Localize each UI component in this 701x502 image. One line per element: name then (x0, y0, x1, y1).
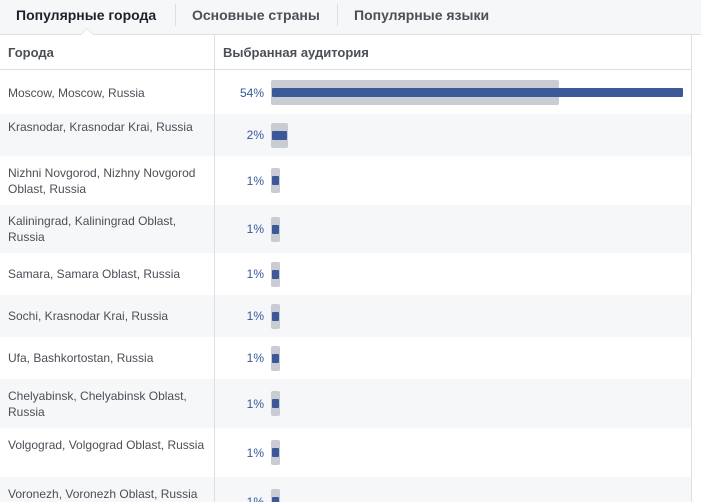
selected-audience-bar (272, 88, 683, 97)
column-header-selected-audience[interactable]: Выбранная аудитория (223, 35, 369, 70)
selected-audience-bar (272, 224, 279, 234)
table-header: Города Выбранная аудитория (0, 35, 691, 70)
audience-percent: 2% (246, 128, 264, 142)
table-row: Moscow, Moscow, Russia 54% (0, 71, 691, 114)
selected-audience-bar (272, 399, 279, 408)
table-row: Ufa, Bashkortostan, Russia 1% (0, 337, 691, 379)
table-row: Chelyabinsk, Chelyabinsk Oblast, Russia 1… (0, 379, 691, 428)
tab-divider (337, 4, 338, 26)
city-name: Ufa, Bashkortostan, Russia (8, 351, 154, 365)
table-row: Samara, Samara Oblast, Russia 1% (0, 253, 691, 295)
tab-bar: Популярные города Основные страны Популя… (0, 0, 701, 35)
city-name: Krasnodar, Krasnodar Krai, Russia (8, 120, 193, 134)
active-tab-indicator (80, 28, 94, 35)
column-header-cities[interactable]: Города (8, 35, 54, 70)
audience-percent: 1% (246, 494, 264, 502)
audience-percent: 1% (246, 267, 264, 281)
selected-audience-bar (272, 311, 279, 321)
table-row: Nizhni Novgorod, Nizhny Novgorod Oblast,… (0, 156, 691, 205)
selected-audience-bar (272, 130, 287, 140)
city-name: Moscow, Moscow, Russia (8, 85, 145, 100)
audience-percent: 1% (246, 222, 264, 236)
tab-popular-languages[interactable]: Популярные языки (354, 0, 489, 33)
city-name: Samara, Samara Oblast, Russia (8, 267, 181, 281)
selected-audience-bar (272, 353, 279, 363)
selected-audience-bar (272, 269, 279, 279)
audience-percent: 54% (239, 85, 264, 100)
city-name: Nizhni Novgorod, Nizhny Novgorod Oblast,… (8, 165, 196, 196)
city-name: Volgograd, Volgograd Oblast, Russia (8, 437, 205, 452)
table-row: Volgograd, Volgograd Oblast, Russia 1% (0, 428, 691, 477)
city-name: Voronezh, Voronezh Oblast, Russia (8, 486, 198, 501)
table-row: Kaliningrad, Kaliningrad Oblast, Russia 1… (0, 205, 691, 253)
scrollbar-track[interactable] (692, 35, 701, 502)
table-row: Sochi, Krasnodar Krai, Russia 1% (0, 295, 691, 337)
audience-percent: 1% (246, 309, 264, 323)
audience-percent: 1% (246, 173, 264, 188)
selected-audience-bar (272, 176, 279, 185)
city-name: Chelyabinsk, Chelyabinsk Oblast, Russia (8, 388, 187, 419)
selected-audience-bar (272, 448, 279, 457)
audience-insights-panel: Популярные города Основные страны Популя… (0, 0, 701, 502)
tab-divider (175, 4, 176, 26)
audience-percent: 1% (246, 351, 264, 365)
table-row: Krasnodar, Krasnodar Krai, Russia 2% (0, 114, 691, 156)
column-divider (214, 35, 215, 502)
cities-table: Города Выбранная аудитория Moscow, Mosco… (0, 35, 701, 502)
selected-audience-bar (272, 497, 279, 502)
city-name: Kaliningrad, Kaliningrad Oblast, Russia (8, 214, 177, 244)
city-name: Sochi, Krasnodar Krai, Russia (8, 309, 169, 323)
table-body: Moscow, Moscow, Russia 54% Krasnodar, Kras… (0, 71, 691, 502)
table-row: Voronezh, Voronezh Oblast, Russia 1% (0, 477, 691, 502)
tab-top-countries[interactable]: Основные страны (192, 0, 320, 33)
audience-percent: 1% (246, 396, 264, 411)
audience-percent: 1% (246, 445, 264, 460)
